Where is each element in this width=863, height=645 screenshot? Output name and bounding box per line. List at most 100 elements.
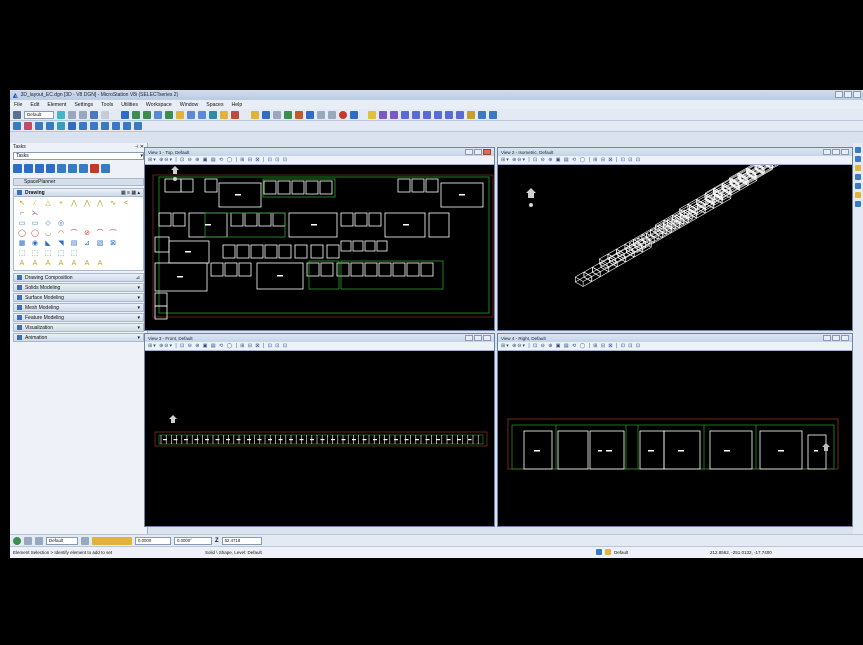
view-2-maximize[interactable]	[832, 149, 840, 155]
view-2-isometric[interactable]: View 2 - Isometric, Default ⊞▾ ⊕⊖▾ | ⊡ ⊖…	[497, 147, 853, 331]
undo-icon[interactable]	[317, 110, 325, 119]
drawing-tool-59-icon[interactable]: A	[68, 259, 80, 268]
view-4-maximize[interactable]	[832, 335, 840, 341]
raster-icon[interactable]	[165, 110, 173, 119]
elevation-icon[interactable]	[57, 122, 65, 130]
task-group-icon[interactable]	[101, 164, 110, 173]
display-style-icon[interactable]	[123, 122, 131, 130]
reference-icon[interactable]	[154, 110, 162, 119]
drawing-tool-46-icon[interactable]: ⬚	[16, 249, 28, 258]
z-field[interactable]: 52.4718	[221, 536, 262, 545]
view-toggle-icons[interactable]	[92, 536, 132, 545]
drawing-tool-44-icon[interactable]: ⊠	[107, 239, 119, 248]
edit-tool-icon[interactable]	[24, 122, 32, 130]
section-visualization[interactable]: Visualization ▾	[13, 323, 144, 332]
drawing-tool-55-icon[interactable]: A	[16, 259, 28, 268]
task-copy-icon[interactable]	[57, 164, 66, 173]
accudraw-icon[interactable]	[24, 536, 32, 545]
side-tool-3-icon[interactable]	[855, 165, 861, 171]
drawing-tool-52-icon[interactable]	[94, 249, 106, 258]
open-file-icon[interactable]	[132, 110, 140, 119]
view-3-minimize[interactable]	[465, 335, 473, 341]
task-modify-icon[interactable]	[46, 164, 55, 173]
drawing-tool-40-icon[interactable]: ◥	[55, 239, 67, 248]
drawing-tool-6-icon[interactable]: ⋀	[81, 199, 93, 208]
drawing-tool-47-icon[interactable]: ⬚	[29, 249, 41, 258]
workflow-spaceplanner[interactable]: SpacePlanner	[13, 178, 144, 186]
snap-perp-icon[interactable]	[445, 110, 453, 119]
view-1-minimize[interactable]	[465, 149, 473, 155]
view-2-toolbar[interactable]: ⊞▾ ⊕⊖▾ | ⊡ ⊖ ⊕ ▣ ▤ ⟲ ◯ | ⊞ ⊟ ⊠ | ⊡ ⊡ ⊡	[498, 156, 852, 165]
help-icon[interactable]	[350, 110, 358, 119]
view-3-toolbar[interactable]: ⊞▾ ⊕⊖▾ | ⊡ ⊖ ⊕ ▣ ▤ ⟲ ◯ | ⊞ ⊟ ⊠ | ⊡ ⊡ ⊡	[145, 342, 494, 351]
pin-icon[interactable]: ⊣ ✕	[134, 144, 144, 150]
model-icon[interactable]	[176, 110, 184, 119]
view-1-toolbar[interactable]: ⊞▾ ⊕⊖▾ | ⊡ ⊖ ⊕ ▣ ▤ ⟲ ◯ | ⊞ ⊟ ⊠ | ⊡ ⊡ ⊡	[145, 156, 494, 165]
section-surface-modeling[interactable]: Surface Modeling ▾	[13, 293, 144, 302]
save-icon[interactable]	[143, 110, 151, 119]
view-1-maximize[interactable]	[474, 149, 482, 155]
view-1-top[interactable]: View 1 - Top, Default ⊞▾ ⊕⊖▾ | ⊡ ⊖ ⊕ ▣ ▤…	[144, 147, 495, 331]
view-4-canvas[interactable]	[498, 351, 854, 528]
drawing-tool-13-icon[interactable]	[55, 209, 67, 218]
section-mesh-modeling[interactable]: Mesh Modeling ▾	[13, 303, 144, 312]
drawing-tool-63-icon[interactable]	[120, 259, 132, 268]
drawing-tool-51-icon[interactable]	[81, 249, 93, 258]
lock-icon[interactable]	[35, 536, 43, 545]
drawing-tool-41-icon[interactable]: ▤	[68, 239, 80, 248]
sheet-icon[interactable]	[90, 122, 98, 130]
menu-tools[interactable]: Tools	[101, 102, 113, 108]
view-4-toolbar[interactable]: ⊞▾ ⊕⊖▾ | ⊡ ⊖ ⊕ ▣ ▤ ⟲ ◯ | ⊞ ⊟ ⊠ | ⊡ ⊡ ⊡	[498, 342, 852, 351]
drawing-tool-5-icon[interactable]: ⋀	[68, 199, 80, 208]
drawing-tool-10-icon[interactable]: ⌐	[16, 209, 28, 218]
drawing-tool-1-icon[interactable]: ↖	[16, 199, 28, 208]
drawing-tool-36-icon[interactable]	[120, 229, 132, 238]
drawing-tool-56-icon[interactable]: A	[29, 259, 41, 268]
drawing-tool-49-icon[interactable]: ⬚	[55, 249, 67, 258]
side-tool-1-icon[interactable]	[855, 147, 861, 153]
snap-intersect-icon[interactable]	[423, 110, 431, 119]
drawing-tool-48-icon[interactable]: ⬚	[42, 249, 54, 258]
view-2-canvas[interactable]	[498, 165, 854, 332]
drawing-tool-34-icon[interactable]: ⌒	[94, 229, 106, 238]
drawing-tool-45-icon[interactable]	[120, 239, 132, 248]
task-move-icon[interactable]	[68, 164, 77, 173]
drawing-tool-54-icon[interactable]	[120, 249, 132, 258]
new-drawing-icon[interactable]	[13, 122, 21, 130]
drawing-tool-24-icon[interactable]	[81, 219, 93, 228]
view-2-minimize[interactable]	[823, 149, 831, 155]
transparency-icon[interactable]	[90, 110, 98, 119]
view-1-canvas[interactable]	[145, 165, 496, 332]
drawing-tool-35-icon[interactable]: ⌒	[107, 229, 119, 238]
drawing-tool-20-icon[interactable]: ▭	[29, 219, 41, 228]
snap-mode-icon[interactable]	[13, 536, 21, 545]
callout-icon[interactable]	[79, 122, 87, 130]
view-3-canvas[interactable]	[145, 351, 496, 528]
menu-edit[interactable]: Edit	[30, 102, 39, 108]
drawing-tool-25-icon[interactable]	[94, 219, 106, 228]
drawing-tool-17-icon[interactable]	[107, 209, 119, 218]
drawing-tool-37-icon[interactable]: ▦	[16, 239, 28, 248]
view-2-close[interactable]	[841, 149, 849, 155]
view-4-minimize[interactable]	[823, 335, 831, 341]
section-solids-modeling[interactable]: Solids Modeling ▾	[13, 283, 144, 292]
element-selection-icon[interactable]	[13, 110, 21, 119]
drawing-tool-31-icon[interactable]: ◠	[55, 229, 67, 238]
drawing-tool-30-icon[interactable]: ◡	[42, 229, 54, 238]
explorer-icon[interactable]	[220, 110, 228, 119]
drawing-tool-38-icon[interactable]: ◉	[29, 239, 41, 248]
drawing-tool-58-icon[interactable]: A	[55, 259, 67, 268]
open-folder-icon[interactable]	[251, 110, 259, 119]
model-ref-icon[interactable]	[101, 122, 109, 130]
drawing-tool-3-icon[interactable]: △	[42, 199, 54, 208]
task-rotate-icon[interactable]	[79, 164, 88, 173]
side-tool-5-icon[interactable]	[855, 183, 861, 189]
task-place-icon[interactable]	[35, 164, 44, 173]
level-lock-icon[interactable]	[596, 549, 602, 555]
view-4-close[interactable]	[841, 335, 849, 341]
key-in-icon[interactable]	[231, 110, 239, 119]
drawing-tool-61-icon[interactable]: A	[94, 259, 106, 268]
drawing-tool-4-icon[interactable]: +	[55, 199, 67, 208]
status-level-select[interactable]: Default	[46, 536, 78, 545]
drawing-tool-60-icon[interactable]: A	[81, 259, 93, 268]
